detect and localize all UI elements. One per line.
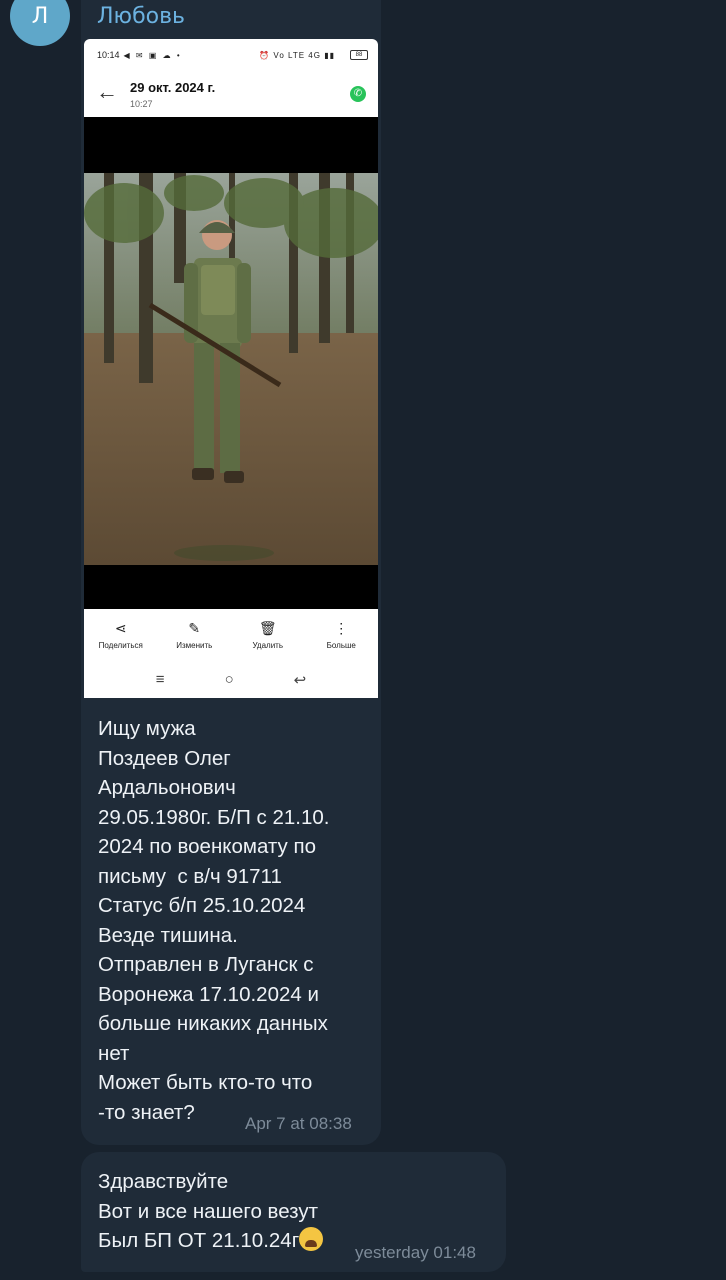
back-arrow-icon: ← <box>96 79 118 104</box>
reply-timestamp: yesterday 01:48 <box>355 1243 476 1262</box>
phone-nav-bar: ≡ ○ ↩ <box>84 661 378 698</box>
notification-icons: ◀ ✉ ▣ ☁ • <box>123 50 182 60</box>
forest-soldier-photo <box>84 173 378 565</box>
avatar[interactable]: Л <box>10 0 70 46</box>
delete-button: 🗑 Удалить <box>231 609 305 661</box>
share-icon: ⋖ <box>114 620 127 636</box>
photo-time: 10:27 <box>130 99 153 109</box>
photo-date: 29 окт. 2024 г. <box>130 80 216 95</box>
more-label: Больше <box>326 641 356 650</box>
sender-name[interactable]: Любовь <box>97 4 185 29</box>
reply-text-content: Здравствуйте Вот и все нашего везут Был … <box>98 1170 318 1252</box>
share-button: ⋖ Поделиться <box>84 609 158 661</box>
signal-icons: ⏰ Vo LTE 4G ▮▮ <box>259 50 335 60</box>
whatsapp-icon: ✆ <box>350 86 366 102</box>
menu-icon: ≡ <box>155 671 165 688</box>
edit-label: Изменить <box>176 641 213 650</box>
crying-face-emoji-icon <box>299 1227 324 1251</box>
share-label: Поделиться <box>98 641 143 650</box>
attached-screenshot[interactable]: 10:14 ◀ ✉ ▣ ☁ • ⏰ Vo LTE 4G ▮▮ 88 ← 29 о… <box>84 39 378 698</box>
more-button: ⋮ Больше <box>305 609 379 661</box>
battery-icon: 88 <box>350 50 368 60</box>
photo <box>84 117 378 609</box>
phone-status-bar: 10:14 ◀ ✉ ▣ ☁ • ⏰ Vo LTE 4G ▮▮ 88 <box>84 39 378 71</box>
edit-icon: ✎ <box>188 620 201 636</box>
trash-icon: 🗑 <box>258 620 277 636</box>
home-icon: ○ <box>224 671 234 688</box>
status-time: 10:14 <box>97 50 120 60</box>
back-icon: ↩ <box>293 671 307 689</box>
message-text: Ищу мужа Поздеев Олег Ардальонович 29.05… <box>98 717 330 1124</box>
more-icon: ⋮ <box>334 620 349 636</box>
gallery-header: ← 29 окт. 2024 г. 10:27 ✆ <box>84 71 378 117</box>
delete-label: Удалить <box>252 641 284 650</box>
message-timestamp: Apr 7 at 08:38 <box>245 1114 352 1133</box>
edit-button: ✎ Изменить <box>158 609 232 661</box>
gallery-toolbar: ⋖ Поделиться ✎ Изменить 🗑 Удалить ⋮ Боль… <box>84 609 378 661</box>
